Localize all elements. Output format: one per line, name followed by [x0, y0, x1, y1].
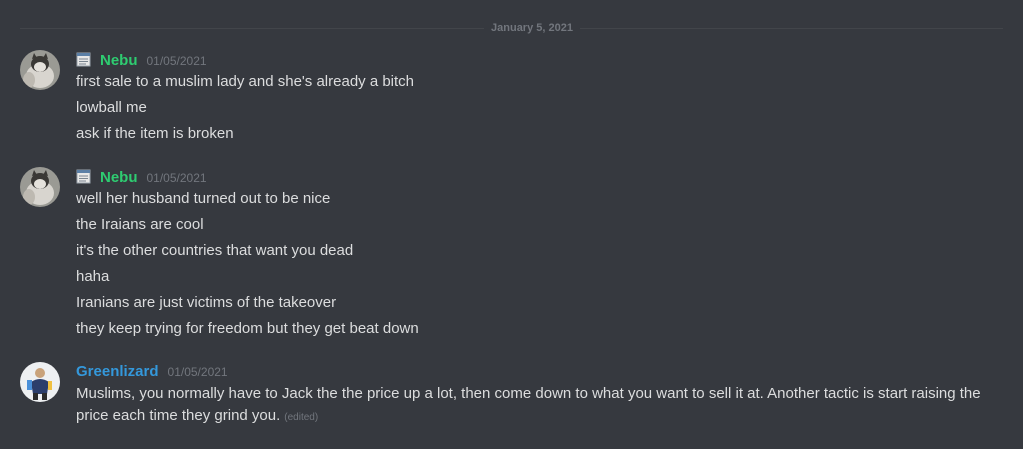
- notepad-icon: [76, 52, 91, 67]
- message-timestamp: 01/05/2021: [146, 171, 207, 185]
- message-header: Greenlizard 01/05/2021: [76, 362, 228, 382]
- user-avatar[interactable]: [20, 362, 60, 402]
- username[interactable]: Nebu: [100, 168, 138, 188]
- username[interactable]: Greenlizard: [76, 362, 159, 382]
- message-text: they keep trying for freedom but they ge…: [76, 320, 419, 337]
- message-text: Iranians are just victims of the takeove…: [76, 294, 337, 311]
- message-timestamp: 01/05/2021: [146, 54, 207, 68]
- message-group: Nebu 01/05/2021 well her husband turned …: [0, 167, 1023, 342]
- message-header: Nebu 01/05/2021: [76, 167, 207, 187]
- cat-avatar-icon: [20, 167, 60, 207]
- user-avatar[interactable]: [20, 50, 60, 90]
- person-avatar-icon: [20, 362, 60, 402]
- user-avatar[interactable]: [20, 167, 60, 207]
- message-text: it's the other countries that want you d…: [76, 242, 354, 259]
- chat-messages-area: January 5, 2021 Nebu 01/05/2021 first sa…: [0, 0, 1023, 449]
- message-text-content: Muslims, you normally have to Jack the t…: [76, 385, 981, 424]
- date-divider-label: January 5, 2021: [484, 21, 580, 35]
- message-text: lowball me: [76, 99, 147, 116]
- message-text: haha: [76, 268, 110, 285]
- notepad-icon: [76, 169, 91, 184]
- message-text: the Iraians are cool: [76, 216, 204, 233]
- cat-avatar-icon: [20, 50, 60, 90]
- message-timestamp: 01/05/2021: [167, 365, 228, 379]
- message-text: first sale to a muslim lady and she's al…: [76, 73, 415, 90]
- message-group: Nebu 01/05/2021 first sale to a muslim l…: [0, 50, 1023, 142]
- message-text: ask if the item is broken: [76, 125, 234, 142]
- message-header: Nebu 01/05/2021: [76, 50, 207, 70]
- message-group: Greenlizard 01/05/2021 Muslims, you norm…: [0, 362, 1023, 432]
- edited-label: (edited): [284, 412, 319, 423]
- message-text: Muslims, you normally have to Jack the t…: [76, 383, 1006, 429]
- username[interactable]: Nebu: [100, 51, 138, 71]
- message-text: well her husband turned out to be nice: [76, 190, 331, 207]
